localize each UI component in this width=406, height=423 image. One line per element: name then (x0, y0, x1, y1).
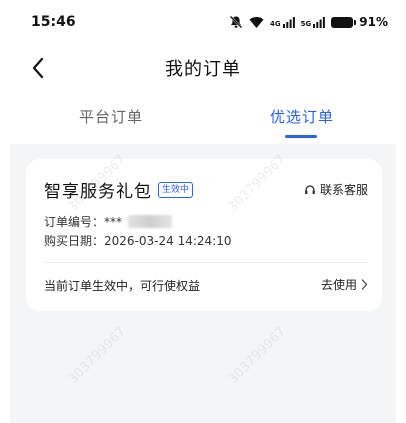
order-title-row: 智享服务礼包 生效中 (44, 177, 194, 202)
order-number-value: *** (104, 214, 123, 229)
contact-service-label: 联系客服 (319, 183, 368, 197)
use-button[interactable]: 去使用 (321, 276, 368, 293)
active-tab-indicator (285, 135, 317, 138)
battery-indicator: 91% (331, 15, 388, 29)
card-divider (44, 262, 368, 263)
nav-bar: 我的订单 (0, 48, 406, 88)
purchase-date-label: 购买日期： (44, 234, 105, 248)
order-number: 订单编号： *** (44, 213, 173, 230)
order-title: 智享服务礼包 (44, 182, 152, 202)
page-title: 我的订单 (165, 59, 241, 80)
chevron-left-icon (32, 57, 44, 79)
order-card[interactable]: 智享服务礼包 生效中 联系客服 订单编号： *** 购买日期：2026-03-2… (26, 159, 382, 311)
signal-5g-icon: 5G (300, 16, 326, 28)
status-icons: 4G 5G 91% (229, 15, 388, 29)
signal-4g-label: 4G (270, 19, 281, 28)
headset-icon (305, 184, 315, 194)
status-time: 15:46 (31, 14, 76, 30)
order-tabs: 平台订单 优选订单 (0, 100, 406, 144)
wifi-icon (249, 17, 264, 28)
status-bar: 15:46 4G 5G 91% (0, 0, 406, 44)
order-status-text: 当前订单生效中，可行使权益 (44, 279, 201, 293)
status-badge: 生效中 (158, 181, 194, 198)
use-button-label: 去使用 (320, 278, 357, 292)
tab-preferred-orders[interactable]: 优选订单 (270, 106, 334, 127)
purchase-date: 购买日期：2026-03-24 14:24:10 (44, 232, 231, 249)
battery-level: 91% (359, 15, 388, 29)
tab-platform-orders[interactable]: 平台订单 (79, 106, 143, 127)
chevron-right-icon (361, 279, 368, 290)
contact-service-button[interactable]: 联系客服 (304, 181, 368, 198)
signal-4g-icon: 4G (270, 16, 295, 28)
purchase-date-value: 2026-03-24 14:24:10 (104, 234, 232, 248)
battery-icon (331, 16, 357, 28)
signal-5g-label: 5G (300, 19, 312, 28)
order-list: 智享服务礼包 生效中 联系客服 订单编号： *** 购买日期：2026-03-2… (10, 144, 396, 423)
back-button[interactable] (26, 56, 50, 80)
order-number-label: 订单编号： (44, 215, 105, 229)
order-number-redaction (128, 215, 173, 228)
bell-off-icon (229, 15, 243, 29)
